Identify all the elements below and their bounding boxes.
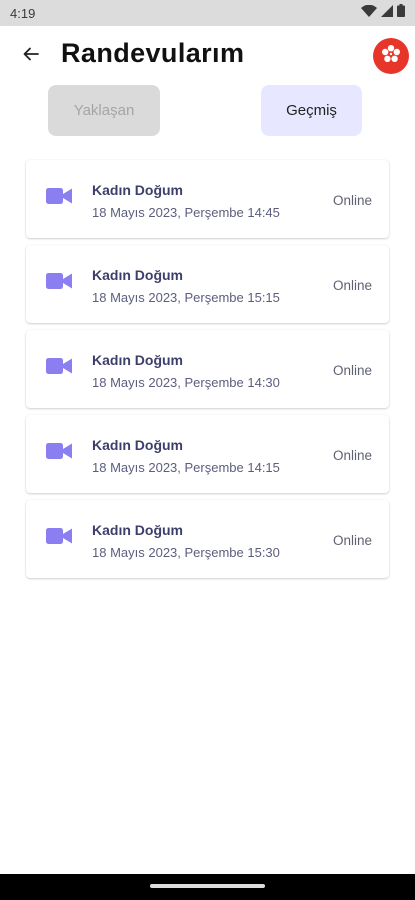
video-camera-icon: [46, 527, 72, 545]
appointment-card[interactable]: Kadın Doğum 18 Mayıs 2023, Perşembe 15:1…: [26, 245, 389, 323]
navigation-bar: [0, 874, 415, 900]
appointment-type: Online: [332, 448, 372, 463]
video-camera-icon: [46, 357, 72, 375]
appointment-card[interactable]: Kadın Doğum 18 Mayıs 2023, Perşembe 14:3…: [26, 330, 389, 408]
brand-logo-icon: [380, 43, 402, 70]
appointment-card[interactable]: Kadın Doğum 18 Mayıs 2023, Perşembe 14:4…: [26, 160, 389, 238]
appointment-title: Kadın Doğum: [92, 182, 183, 198]
appointment-date: 18 Mayıs 2023, Perşembe 15:30: [92, 545, 280, 560]
video-camera-icon: [46, 442, 72, 460]
status-bar: 4:19: [0, 0, 415, 26]
status-time: 4:19: [10, 5, 36, 21]
screen: 4:19 Randevularım Yaklaşan Geçmiş Kadın …: [0, 0, 415, 900]
wifi-icon: [361, 4, 377, 22]
appointment-type: Online: [332, 533, 372, 548]
appointment-title: Kadın Doğum: [92, 267, 183, 283]
arrow-left-icon: [23, 47, 39, 66]
appointment-title: Kadın Doğum: [92, 522, 183, 538]
battery-icon: [397, 4, 405, 22]
appointment-type: Online: [332, 363, 372, 378]
header: Randevularım: [0, 26, 415, 84]
tab-upcoming[interactable]: Yaklaşan: [48, 85, 160, 136]
video-camera-icon: [46, 187, 72, 205]
appointment-date: 18 Mayıs 2023, Perşembe 14:15: [92, 460, 280, 475]
appointment-title: Kadın Doğum: [92, 437, 183, 453]
brand-logo-button[interactable]: [373, 38, 409, 74]
appointment-type: Online: [332, 193, 372, 208]
home-indicator[interactable]: [150, 884, 265, 888]
appointment-card[interactable]: Kadın Doğum 18 Mayıs 2023, Perşembe 14:1…: [26, 415, 389, 493]
appointment-date: 18 Mayıs 2023, Perşembe 14:45: [92, 205, 280, 220]
page-title: Randevularım: [61, 38, 245, 68]
back-button[interactable]: [18, 43, 44, 69]
status-icons: [361, 4, 405, 22]
appointment-type: Online: [332, 278, 372, 293]
appointment-list: Kadın Doğum 18 Mayıs 2023, Perşembe 14:4…: [26, 160, 389, 585]
tab-past[interactable]: Geçmiş: [261, 85, 362, 136]
appointment-title: Kadın Doğum: [92, 352, 183, 368]
appointment-date: 18 Mayıs 2023, Perşembe 15:15: [92, 290, 280, 305]
video-camera-icon: [46, 272, 72, 290]
appointment-card[interactable]: Kadın Doğum 18 Mayıs 2023, Perşembe 15:3…: [26, 500, 389, 578]
signal-icon: [381, 4, 393, 22]
appointment-date: 18 Mayıs 2023, Perşembe 14:30: [92, 375, 280, 390]
